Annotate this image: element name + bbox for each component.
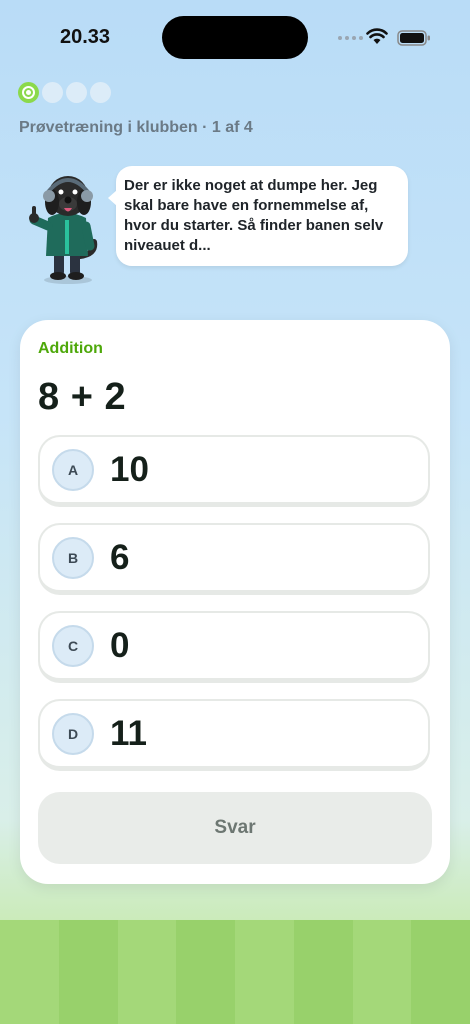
dog-mascot-icon xyxy=(29,176,98,284)
speech-bubble: Der er ikke noget at dumpe her. Jeg skal… xyxy=(108,166,408,266)
speech-bubble-tail xyxy=(108,190,117,206)
question-category: Addition xyxy=(38,340,103,357)
progress-dot xyxy=(42,82,63,103)
progress-dot xyxy=(66,82,87,103)
option-letter-badge: A xyxy=(52,449,94,491)
option-letter-badge: D xyxy=(52,713,94,755)
progress-dot-active-icon xyxy=(18,82,39,103)
option-value: 0 xyxy=(110,626,130,665)
option-value: 6 xyxy=(110,538,130,577)
battery-icon xyxy=(397,30,430,46)
submit-answer-button[interactable]: Svar xyxy=(38,792,432,864)
session-subtitle: Prøvetræning i klubben · 1 af 4 xyxy=(19,119,253,136)
option-letter-badge: C xyxy=(52,625,94,667)
option-letter-badge: B xyxy=(52,537,94,579)
answer-option-b[interactable]: B 6 xyxy=(38,523,430,595)
option-value: 10 xyxy=(110,450,149,489)
status-time: 20.33 xyxy=(60,26,111,48)
answer-option-c[interactable]: C 0 xyxy=(38,611,430,683)
wifi-icon xyxy=(366,28,388,44)
status-bar: 20.33 xyxy=(0,0,470,76)
progress-dot xyxy=(90,82,111,103)
dynamic-island xyxy=(162,16,308,59)
question-card: Addition 8 + 2 A 10 B 6 C 0 D 11 Svar xyxy=(20,320,450,884)
answer-option-d[interactable]: D 11 xyxy=(38,699,430,771)
speech-bubble-text: Der er ikke noget at dumpe her. Jeg skal… xyxy=(124,177,384,254)
progress-dots xyxy=(18,82,111,103)
grass-field xyxy=(0,920,470,1024)
question-text: 8 + 2 xyxy=(38,376,127,418)
option-value: 11 xyxy=(110,714,147,753)
signal-dots-icon xyxy=(338,36,363,40)
answer-option-a[interactable]: A 10 xyxy=(38,435,430,507)
